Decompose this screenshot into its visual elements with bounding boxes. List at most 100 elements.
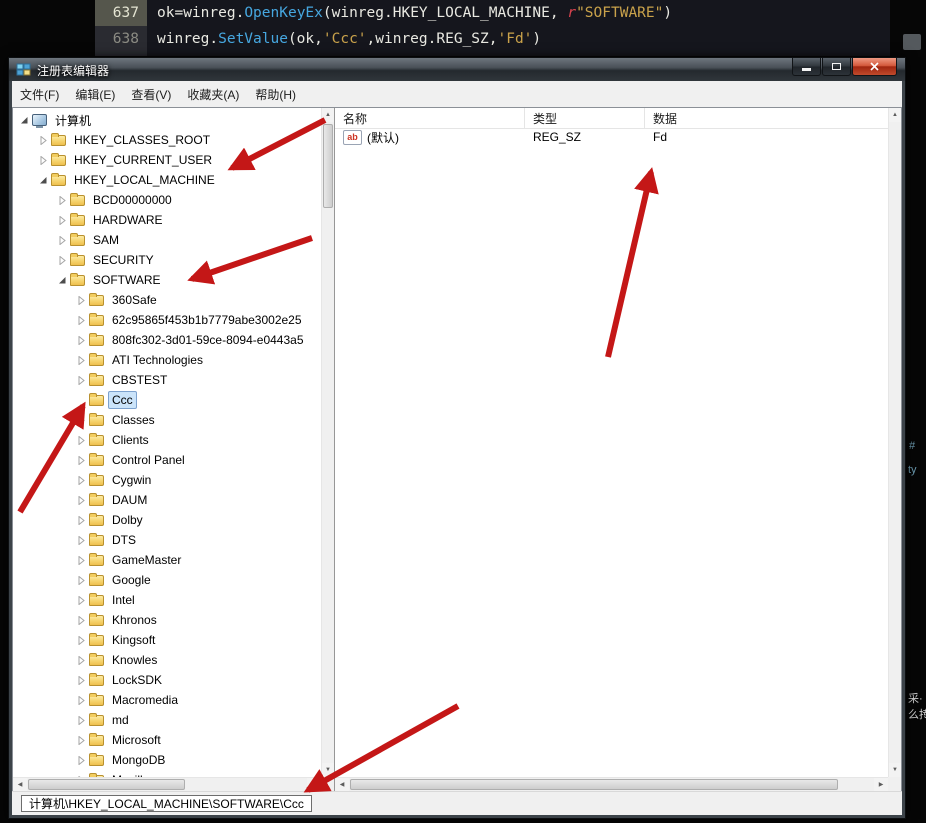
tree-label[interactable]: Khronos	[108, 611, 161, 629]
tree-label[interactable]: Intel	[108, 591, 139, 609]
tree-hscroll-track[interactable]	[27, 778, 307, 791]
tree-item[interactable]: CBSTEST	[13, 370, 321, 390]
menu-item[interactable]: 编辑(E)	[67, 82, 123, 107]
tree-label[interactable]: LockSDK	[108, 671, 166, 689]
tree-item[interactable]: DTS	[13, 530, 321, 550]
tree-label[interactable]: Kingsoft	[108, 631, 159, 649]
tree-label[interactable]: BCD00000000	[89, 191, 176, 209]
column-header[interactable]: 名称	[335, 108, 525, 128]
editor-scrollbar-thumb[interactable]	[903, 34, 921, 50]
expander-collapsed-icon[interactable]	[74, 756, 88, 765]
tree-label[interactable]: Cygwin	[108, 471, 155, 489]
tree-label[interactable]: Clients	[108, 431, 153, 449]
expander-collapsed-icon[interactable]	[74, 416, 88, 425]
tree-item[interactable]: Clients	[13, 430, 321, 450]
expander-collapsed-icon[interactable]	[74, 676, 88, 685]
expander-collapsed-icon[interactable]	[36, 156, 50, 165]
expander-collapsed-icon[interactable]	[74, 556, 88, 565]
expander-collapsed-icon[interactable]	[36, 136, 50, 145]
expander-collapsed-icon[interactable]	[74, 716, 88, 725]
scroll-down-icon[interactable]: ▼	[889, 763, 901, 777]
titlebar[interactable]: 注册表编辑器	[9, 58, 905, 81]
tree-item[interactable]: LockSDK	[13, 670, 321, 690]
expander-expanded-icon[interactable]	[17, 116, 31, 125]
column-header[interactable]: 类型	[525, 108, 645, 128]
tree-item[interactable]: md	[13, 710, 321, 730]
expander-collapsed-icon[interactable]	[74, 316, 88, 325]
tree-item[interactable]: 62c95865f453b1b7779abe3002e25	[13, 310, 321, 330]
minimize-button[interactable]	[792, 58, 821, 76]
expander-collapsed-icon[interactable]	[74, 536, 88, 545]
expander-collapsed-icon[interactable]	[74, 636, 88, 645]
values-vertical-scrollbar[interactable]: ▲ ▼	[888, 108, 901, 777]
tree-label[interactable]: SECURITY	[89, 251, 158, 269]
tree-item[interactable]: Mozilla	[13, 770, 321, 777]
tree-label[interactable]: Macromedia	[108, 691, 182, 709]
expander-collapsed-icon[interactable]	[55, 236, 69, 245]
tree-label[interactable]: Classes	[108, 411, 159, 429]
expander-collapsed-icon[interactable]	[74, 436, 88, 445]
tree-label[interactable]: SOFTWARE	[89, 271, 165, 289]
tree-label[interactable]: 计算机	[51, 110, 95, 131]
tree-item[interactable]: SOFTWARE	[13, 270, 321, 290]
expander-collapsed-icon[interactable]	[74, 696, 88, 705]
tree-label[interactable]: DAUM	[108, 491, 151, 509]
tree-item[interactable]: Classes	[13, 410, 321, 430]
menu-item[interactable]: 收藏夹(A)	[179, 82, 247, 107]
expander-collapsed-icon[interactable]	[74, 456, 88, 465]
tree-label[interactable]: SAM	[89, 231, 123, 249]
tree-item[interactable]: Control Panel	[13, 450, 321, 470]
tree-label[interactable]: Dolby	[108, 511, 147, 529]
tree-item[interactable]: HARDWARE	[13, 210, 321, 230]
tree-item[interactable]: Intel	[13, 590, 321, 610]
expander-expanded-icon[interactable]	[55, 276, 69, 285]
menu-item[interactable]: 查看(V)	[123, 82, 179, 107]
tree-item[interactable]: 360Safe	[13, 290, 321, 310]
tree-item[interactable]: HKEY_LOCAL_MACHINE	[13, 170, 321, 190]
tree-horizontal-scrollbar[interactable]: ◀ ▶	[13, 777, 321, 791]
expander-collapsed-icon[interactable]	[74, 656, 88, 665]
tree-item[interactable]: 计算机	[13, 110, 321, 130]
tree-item[interactable]: Macromedia	[13, 690, 321, 710]
tree-hscroll-thumb[interactable]	[28, 779, 185, 790]
expander-collapsed-icon[interactable]	[74, 356, 88, 365]
menu-item[interactable]: 帮助(H)	[247, 82, 304, 107]
tree-label[interactable]: HKEY_CLASSES_ROOT	[70, 131, 214, 149]
scroll-right-icon[interactable]: ▶	[307, 778, 321, 791]
tree-label[interactable]: DTS	[108, 531, 140, 549]
expander-collapsed-icon[interactable]	[55, 216, 69, 225]
tree-item[interactable]: ATI Technologies	[13, 350, 321, 370]
expander-collapsed-icon[interactable]	[74, 596, 88, 605]
column-header[interactable]: 数据	[645, 108, 888, 128]
expander-collapsed-icon[interactable]	[74, 576, 88, 585]
tree-item[interactable]: Dolby	[13, 510, 321, 530]
tree-label[interactable]: Ccc	[108, 391, 137, 409]
expander-collapsed-icon[interactable]	[74, 296, 88, 305]
tree-label[interactable]: md	[108, 711, 133, 729]
tree-label[interactable]: MongoDB	[108, 751, 169, 769]
expander-collapsed-icon[interactable]	[55, 196, 69, 205]
tree-item[interactable]: HKEY_CURRENT_USER	[13, 150, 321, 170]
scroll-right-icon[interactable]: ▶	[874, 778, 888, 791]
tree-item[interactable]: SAM	[13, 230, 321, 250]
tree-label[interactable]: GameMaster	[108, 551, 185, 569]
values-hscroll-thumb[interactable]	[350, 779, 838, 790]
tree-label[interactable]: 62c95865f453b1b7779abe3002e25	[108, 311, 306, 329]
tree-label[interactable]: Google	[108, 571, 155, 589]
tree-label[interactable]: HARDWARE	[89, 211, 167, 229]
tree-label[interactable]: ATI Technologies	[108, 351, 207, 369]
tree-item[interactable]: DAUM	[13, 490, 321, 510]
menu-item[interactable]: 文件(F)	[12, 82, 67, 107]
tree-vscroll-thumb[interactable]	[323, 124, 333, 208]
expander-collapsed-icon[interactable]	[74, 516, 88, 525]
tree-item[interactable]: Khronos	[13, 610, 321, 630]
tree-item[interactable]: MongoDB	[13, 750, 321, 770]
scroll-up-icon[interactable]: ▲	[322, 108, 334, 122]
tree-label[interactable]: Knowles	[108, 651, 161, 669]
tree-item[interactable]: HKEY_CLASSES_ROOT	[13, 130, 321, 150]
tree-label[interactable]: Control Panel	[108, 451, 189, 469]
tree-label[interactable]: HKEY_LOCAL_MACHINE	[70, 171, 219, 189]
tree-item[interactable]: Cygwin	[13, 470, 321, 490]
expander-expanded-icon[interactable]	[36, 176, 50, 185]
tree-label[interactable]: Microsoft	[108, 731, 165, 749]
